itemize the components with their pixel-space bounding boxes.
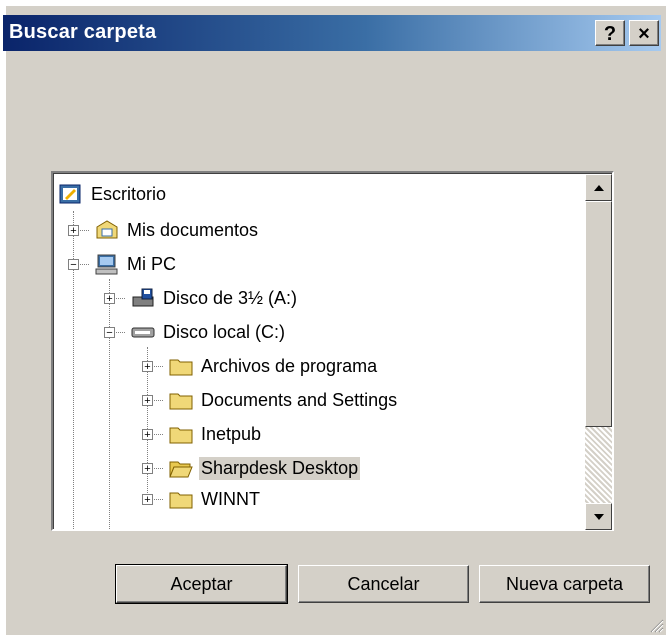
folder-tree[interactable]: + − + − + + + + + Escritorio Mis documen…	[51, 171, 614, 531]
close-button[interactable]: ×	[629, 20, 659, 46]
tree-item-label: Mi PC	[127, 253, 176, 274]
expand-archivos-de-programa[interactable]: +	[142, 361, 153, 373]
scroll-down-button[interactable]	[585, 503, 612, 530]
folder-icon	[169, 427, 193, 444]
tree-item-documents-and-settings[interactable]: Documents and Settings	[169, 388, 399, 412]
floppy-drive-icon	[132, 288, 154, 307]
new-folder-button[interactable]: Nueva carpeta	[479, 565, 650, 603]
folder-open-icon	[169, 461, 193, 478]
tree-item-inetpub[interactable]: Inetpub	[169, 422, 263, 446]
tree-item-winnt[interactable]: WINNT	[169, 487, 262, 511]
expand-mis-documentos[interactable]: +	[68, 225, 79, 237]
ok-button[interactable]: Aceptar	[115, 564, 288, 604]
scroll-up-button[interactable]	[585, 174, 612, 201]
collapse-mi-pc[interactable]: −	[68, 259, 79, 271]
tree-item-label: Escritorio	[91, 183, 167, 204]
tree-item-label: Inetpub	[201, 423, 262, 444]
expand-disco-a[interactable]: +	[104, 293, 115, 305]
tree-item-sharpdesk-desktop[interactable]: Sharpdesk Desktop	[169, 456, 361, 480]
expand-winnt[interactable]: +	[142, 494, 153, 506]
tree-item-label: Disco local (C:)	[163, 321, 286, 342]
tree-item-archivos-de-programa[interactable]: Archivos de programa	[169, 354, 379, 378]
expand-sharpdesk-desktop[interactable]: +	[142, 463, 153, 475]
title-bar[interactable]: Buscar carpeta ? ×	[3, 15, 661, 51]
expand-documents-and-settings[interactable]: +	[142, 395, 153, 407]
window-title: Buscar carpeta	[9, 21, 157, 43]
expand-inetpub[interactable]: +	[142, 429, 153, 441]
tree-item-disco-c[interactable]: Disco local (C:)	[131, 320, 287, 344]
tree-vertical-scrollbar[interactable]	[585, 174, 612, 530]
help-button[interactable]: ?	[595, 20, 625, 46]
scroll-thumb[interactable]	[585, 201, 612, 427]
tree-item-label: Disco de 3½ (A:)	[163, 287, 298, 308]
tree-item-label: Mis documentos	[127, 219, 259, 240]
arrow-up-icon	[593, 184, 604, 191]
folder-icon	[169, 393, 193, 410]
arrow-down-icon	[593, 513, 604, 520]
desktop-icon	[59, 184, 81, 204]
tree-item-disco-a[interactable]: Disco de 3½ (A:)	[131, 286, 299, 310]
folder-icon	[169, 492, 193, 509]
tree-item-label: WINNT	[201, 488, 260, 509]
my-computer-icon	[95, 254, 118, 275]
collapse-disco-c[interactable]: −	[104, 327, 115, 339]
tree-item-label: Sharpdesk Desktop	[199, 456, 361, 480]
tree-item-escritorio[interactable]: Escritorio	[59, 182, 168, 206]
tree-item-mis-documentos[interactable]: Mis documentos	[95, 218, 260, 242]
tree-item-label: Archivos de programa	[201, 355, 378, 376]
cancel-button[interactable]: Cancelar	[298, 565, 469, 603]
hard-drive-icon	[131, 327, 155, 338]
resize-grip-icon[interactable]	[648, 617, 664, 633]
my-documents-icon	[96, 220, 118, 239]
tree-item-label: Documents and Settings	[201, 389, 398, 410]
folder-icon	[169, 359, 193, 376]
tree-item-mi-pc[interactable]: Mi PC	[95, 252, 178, 276]
